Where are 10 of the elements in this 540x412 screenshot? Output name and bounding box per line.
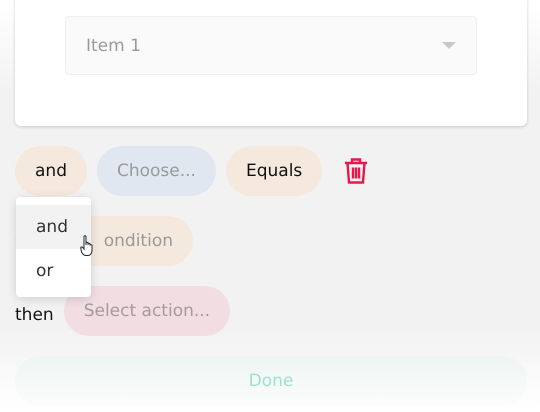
done-button[interactable]: Done [15,356,527,406]
operator-button[interactable]: Equals [226,146,322,196]
trash-icon[interactable] [344,158,368,184]
menu-item[interactable]: and [16,205,91,249]
field-select[interactable]: Choose... [96,146,216,196]
then-label: then [15,305,54,325]
connector-button[interactable]: and [15,146,87,196]
action-select[interactable]: Select action... [64,286,230,336]
caret-icon [442,42,456,50]
item-select[interactable]: Item 1 [65,16,477,75]
